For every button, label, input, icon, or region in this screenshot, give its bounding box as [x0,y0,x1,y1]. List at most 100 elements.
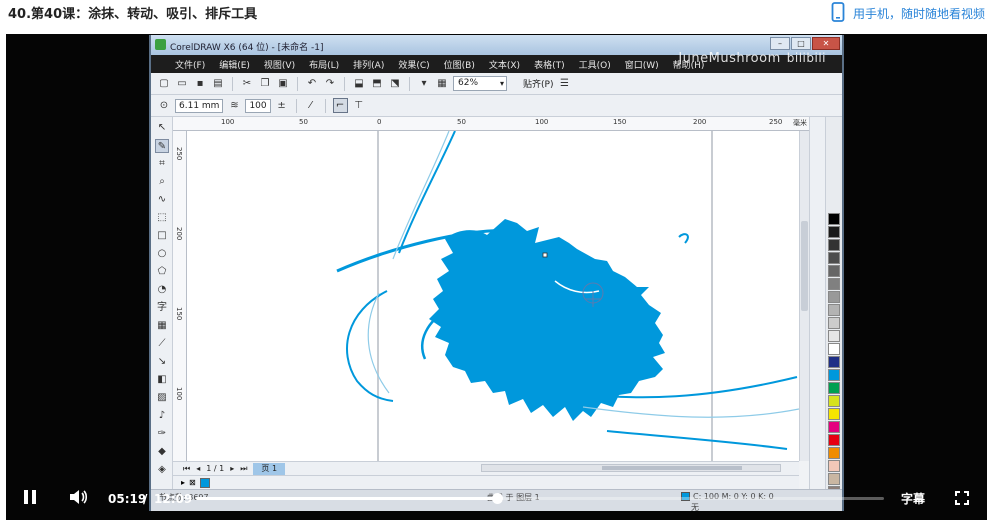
open-folder-icon: ▭ [177,78,187,89]
toolbox: ↖ ✎ ⌗ ⌕ ∿ ⬚ □ ○ ⬠ ◔ 字 ▦ ⟋ ↘ ◧ ▨ ♪ ✑ ◆ ◈ [151,117,173,497]
pen-pressure-icon: ⁄ [309,100,312,111]
drawing-canvas [187,131,799,461]
palette-swatch [828,239,840,251]
print-icon: ▤ [213,78,223,89]
ruler-tick: 200 [175,227,183,241]
palette-swatch [828,291,840,303]
zoom-level-field: 62% [453,76,507,91]
dimension-tool-icon: ⟋ [158,338,166,349]
copy-icon: ❐ [260,78,270,89]
subtitle-button[interactable]: 字幕 [901,490,925,507]
ruler-tick: 100 [535,118,549,126]
fullscreen-icon[interactable] [955,490,969,505]
menu-window: 窗口(W) [624,60,659,71]
coreldraw-window-title: CorelDRAW X6 (64 位) - [未命名 -1] [170,43,324,53]
ruler-tick: 100 [221,118,235,126]
palette-swatch [828,304,840,316]
smart-fill-icon: ⬚ [157,212,167,223]
ruler-tick: 200 [693,118,707,126]
menu-file: 文件(F) [175,60,206,71]
horizontal-scrollbar [481,464,781,472]
undo-icon: ↶ [307,78,317,89]
current-time: 05:19 [108,492,147,506]
crop-tool-icon: ⌗ [159,158,165,169]
ruler-tick: 150 [175,307,183,321]
ruler-tick: 50 [457,118,466,126]
ruler-tick: 50 [299,118,308,126]
vertical-ruler: 250 200 150 100 [173,131,187,461]
progress-played [196,497,497,500]
last-page-icon: ⏭ [240,463,248,473]
paste-icon: ▣ [278,78,288,89]
coreldraw-app-icon [155,39,166,50]
fill-tool-icon: ◆ [158,446,166,457]
watch-on-mobile-link[interactable]: 用手机，随时随地看视频 [831,2,985,25]
freehand-tool-icon: ∿ [157,194,167,205]
next-page-icon: ▸ [230,464,235,473]
video-frame[interactable]: CorelDRAW X6 (64 位) - [未命名 -1] – □ ✕ 文件(… [149,35,844,511]
stepper-icon: ± [277,100,286,111]
zoom-tool-icon: ⌕ [159,176,165,187]
options-icon: ☰ [559,78,569,89]
video-watermark: JuneMushroom bilibili [678,51,826,66]
minimize-icon: – [770,37,790,50]
import-icon: ⬓ [354,78,364,89]
smudge-tool-icon: ✎ [155,139,169,153]
progress-bar[interactable] [196,493,884,504]
first-page-icon: ⏮ [183,463,191,473]
sharp-corners-icon: ⊤ [354,100,363,111]
volume-icon[interactable] [68,488,88,510]
eyedropper-tool-icon: ♪ [158,410,166,421]
palette-swatch [828,356,840,368]
publish-pdf-icon: ⬔ [390,78,400,89]
ruler-unit: 毫米 [793,119,807,127]
palette-swatch [828,421,840,433]
pressure-icon: ≋ [230,100,239,111]
ruler-tick: 150 [613,118,627,126]
menu-table: 表格(T) [534,60,565,71]
standard-toolbar: ▢ ▭ ▪ ▤ ✂ ❐ ▣ ↶ ↷ ⬓ ⬒ ⬔ ▾ ▦ 62% 贴齐(P) [151,73,842,95]
pick-tool-icon: ↖ [157,122,167,133]
palette-swatch [828,330,840,342]
watch-on-mobile-label[interactable]: 用手机，随时随地看视频 [853,5,985,22]
ellipse-tool-icon: ○ [157,248,167,259]
blend-tool-icon: ◧ [157,374,167,385]
palette-swatch [828,278,840,290]
connector-tool-icon: ↘ [157,356,167,367]
palette-swatch [828,369,840,381]
progress-handle[interactable] [491,493,503,504]
maximize-icon: □ [791,37,811,50]
export-icon: ⬒ [372,78,382,89]
total-time: 12:09 [154,492,193,506]
snap-to-menu: 贴齐(P) [523,80,554,90]
palette-swatch [828,226,840,238]
ruler-tick: 0 [377,118,382,126]
pause-icon[interactable] [22,488,38,510]
outline-pen-icon: ✑ [157,428,167,439]
close-icon: ✕ [812,37,840,50]
rectangle-tool-icon: □ [157,230,167,241]
video-player[interactable]: CorelDRAW X6 (64 位) - [未命名 -1] – □ ✕ 文件(… [6,34,987,520]
lesson-page: 40.第40课：涂抹、转动、吸引、排斥工具 用手机，随时随地看视频 CorelD… [0,0,991,520]
menu-text: 文本(X) [488,60,521,71]
menu-edit: 编辑(E) [219,60,250,71]
palette-swatch [828,382,840,394]
ruler-tick: 250 [769,118,783,126]
page-counter: 1 / 1 [206,464,225,473]
page-tab: 页 1 [253,462,286,475]
cut-icon: ✂ [242,78,252,89]
basic-shapes-icon: ◔ [157,284,167,295]
new-document-icon: ▢ [159,78,169,89]
interactive-fill-icon: ◈ [158,464,166,475]
full-screen-preview-icon: ▦ [437,78,447,89]
ruler-tick: 250 [175,147,183,161]
application-launcher-icon: ▾ [421,78,427,89]
nib-size-icon: ⊙ [159,100,169,111]
watermark-author: JuneMushroom [678,51,781,66]
palette-swatch [828,317,840,329]
palette-swatch [828,252,840,264]
redo-icon: ↷ [325,78,335,89]
color-palette [825,117,842,511]
palette-swatch [828,343,840,355]
menu-arrange: 排列(A) [353,60,385,71]
